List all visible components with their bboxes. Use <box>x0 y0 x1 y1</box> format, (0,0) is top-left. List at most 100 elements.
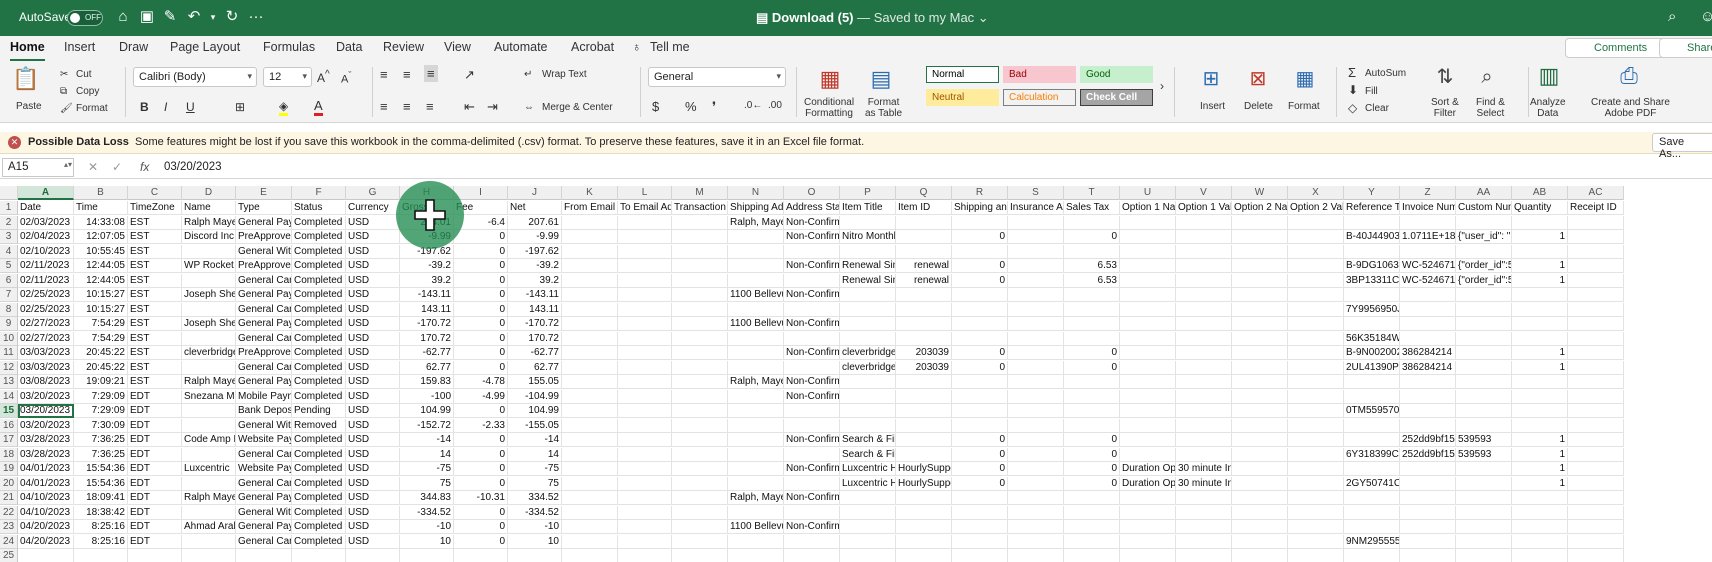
cell-h24[interactable]: 10 <box>400 534 454 549</box>
cell-n14[interactable] <box>728 389 784 404</box>
tab-review[interactable]: Review <box>383 40 424 54</box>
cell-h15[interactable]: 104.99 <box>400 404 454 418</box>
cell-g21[interactable]: USD <box>346 491 400 505</box>
column-header-a[interactable]: A <box>18 186 74 200</box>
cell-u15[interactable] <box>1120 404 1176 418</box>
cell-p16[interactable] <box>840 418 896 433</box>
cell-q2[interactable] <box>896 215 952 230</box>
cell-l21[interactable] <box>618 491 672 505</box>
row-header-9[interactable]: 9 <box>0 317 18 331</box>
cell-a2[interactable]: 02/03/2023 <box>18 215 74 230</box>
cell-b4[interactable]: 10:55:45 <box>74 244 128 259</box>
cell-m21[interactable] <box>672 491 728 505</box>
cell-a24[interactable]: 04/20/2023 <box>18 534 74 549</box>
cell-ab23[interactable] <box>1512 520 1568 534</box>
cell-l6[interactable] <box>618 273 672 288</box>
cell-m19[interactable] <box>672 462 728 476</box>
column-header-ac[interactable]: AC <box>1568 186 1624 200</box>
cell-s5[interactable] <box>1008 259 1064 273</box>
cell-n17[interactable] <box>728 433 784 447</box>
cell-q1[interactable]: Item ID <box>896 201 952 215</box>
edit-icon[interactable]: ✎ <box>160 7 180 27</box>
cell-m3[interactable] <box>672 230 728 244</box>
currency-icon[interactable]: $ <box>652 99 659 114</box>
cell-i5[interactable]: 0 <box>454 259 508 273</box>
cell-g23[interactable]: USD <box>346 520 400 534</box>
cell-n13[interactable]: Ralph, Mayer <box>728 375 784 389</box>
cell-e7[interactable]: General Payment <box>236 288 292 302</box>
cell-d24[interactable] <box>182 534 236 549</box>
cell-v14[interactable] <box>1176 389 1232 404</box>
cell-x22[interactable] <box>1288 505 1344 520</box>
cell-l24[interactable] <box>618 534 672 549</box>
cell-s11[interactable] <box>1008 346 1064 360</box>
cell-c15[interactable]: EDT <box>128 404 182 418</box>
cell-m2[interactable] <box>672 215 728 230</box>
home-icon[interactable]: ⌂ <box>113 7 133 27</box>
cell-w21[interactable] <box>1232 491 1288 505</box>
cell-b21[interactable]: 18:09:41 <box>74 491 128 505</box>
cell-n21[interactable]: Ralph, Mayer <box>728 491 784 505</box>
column-header-aa[interactable]: AA <box>1456 186 1512 200</box>
cell-x25[interactable] <box>1288 549 1344 562</box>
cell-k15[interactable] <box>562 404 618 418</box>
function-icon[interactable]: fx <box>140 160 149 174</box>
cell-r16[interactable] <box>952 418 1008 433</box>
cell-g20[interactable]: USD <box>346 476 400 491</box>
row-header-12[interactable]: 12 <box>0 360 18 375</box>
cell-y11[interactable]: B-9N002002 <box>1344 346 1400 360</box>
cell-r3[interactable]: 0 <box>952 230 1008 244</box>
cell-aa21[interactable] <box>1456 491 1512 505</box>
cell-ab9[interactable] <box>1512 317 1568 331</box>
cell-g24[interactable]: USD <box>346 534 400 549</box>
cell-v23[interactable] <box>1176 520 1232 534</box>
cell-u8[interactable] <box>1120 302 1176 317</box>
cell-t15[interactable] <box>1064 404 1120 418</box>
confirm-icon[interactable]: ✓ <box>112 160 122 174</box>
cell-i14[interactable]: -4.99 <box>454 389 508 404</box>
cell-i9[interactable]: 0 <box>454 317 508 331</box>
cell-b16[interactable]: 7:30:09 <box>74 418 128 433</box>
cell-u25[interactable] <box>1120 549 1176 562</box>
row-header-5[interactable]: 5 <box>0 259 18 273</box>
cell-aa10[interactable] <box>1456 331 1512 346</box>
cell-ab2[interactable] <box>1512 215 1568 230</box>
cell-o8[interactable] <box>784 302 840 317</box>
cell-t8[interactable] <box>1064 302 1120 317</box>
cell-r10[interactable] <box>952 331 1008 346</box>
cell-s21[interactable] <box>1008 491 1064 505</box>
cell-y17[interactable] <box>1344 433 1400 447</box>
cell-ac22[interactable] <box>1568 505 1624 520</box>
increase-indent-icon[interactable]: ⇥ <box>487 99 498 115</box>
cell-f8[interactable]: Completed <box>292 302 346 317</box>
cell-c3[interactable]: EST <box>128 230 182 244</box>
save-icon[interactable]: ▣ <box>137 7 157 27</box>
cell-ab16[interactable] <box>1512 418 1568 433</box>
cell-q7[interactable] <box>896 288 952 302</box>
cell-y24[interactable]: 9NM295555M224582K <box>1344 534 1400 549</box>
cell-f15[interactable]: Pending <box>292 404 346 418</box>
cell-w16[interactable] <box>1232 418 1288 433</box>
cell-u24[interactable] <box>1120 534 1176 549</box>
cell-e22[interactable]: General Withdrawal <box>236 505 292 520</box>
cell-m6[interactable] <box>672 273 728 288</box>
cell-a13[interactable]: 03/08/2023 <box>18 375 74 389</box>
paintbrush-icon[interactable]: 🖌 <box>60 103 73 114</box>
cell-g18[interactable]: USD <box>346 447 400 462</box>
cell-m4[interactable] <box>672 244 728 259</box>
cell-n5[interactable] <box>728 259 784 273</box>
cell-a9[interactable]: 02/27/2023 <box>18 317 74 331</box>
cell-t9[interactable] <box>1064 317 1120 331</box>
fill-button[interactable]: Fill <box>1365 86 1378 97</box>
cell-q23[interactable] <box>896 520 952 534</box>
cell-e25[interactable] <box>236 549 292 562</box>
cell-h11[interactable]: -62.77 <box>400 346 454 360</box>
cell-k8[interactable] <box>562 302 618 317</box>
cell-x3[interactable] <box>1288 230 1344 244</box>
cell-d4[interactable] <box>182 244 236 259</box>
cell-j5[interactable]: -39.2 <box>508 259 562 273</box>
cell-x2[interactable] <box>1288 215 1344 230</box>
cell-r17[interactable]: 0 <box>952 433 1008 447</box>
cell-c12[interactable]: EST <box>128 360 182 375</box>
cell-r5[interactable]: 0 <box>952 259 1008 273</box>
